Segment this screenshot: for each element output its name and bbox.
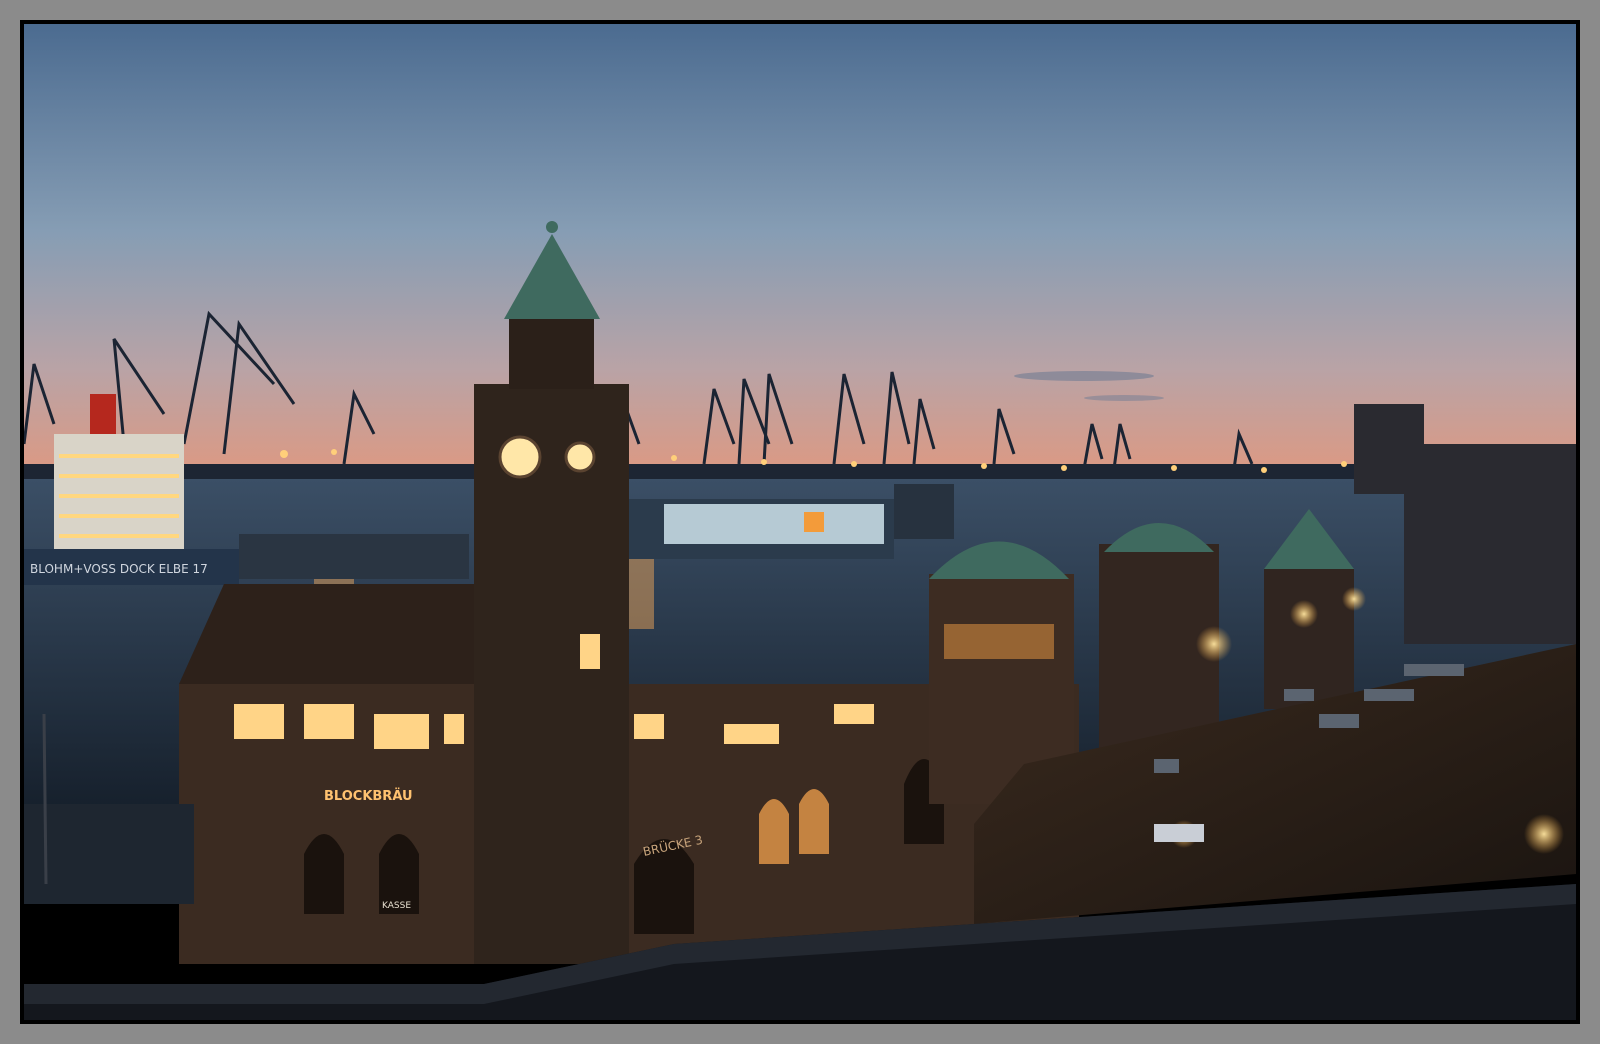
clock-face-left xyxy=(498,435,542,479)
photo-subject: Harbor at dusk with clock tower, river, … xyxy=(0,0,1,1)
dock-sign: BLOHM+VOSS DOCK ELBE 17 xyxy=(30,562,208,576)
clock-face-right xyxy=(564,441,596,473)
restaurant-sign: BLOCKBRÄU xyxy=(324,788,413,804)
sky xyxy=(24,24,1576,484)
cloud xyxy=(1014,371,1154,381)
harbor-photo: BLOHM+VOSS DOCK ELBE 17 BLOCKBRÄU KASSE … xyxy=(24,24,1576,1020)
ticket-sign: KASSE xyxy=(382,901,411,911)
